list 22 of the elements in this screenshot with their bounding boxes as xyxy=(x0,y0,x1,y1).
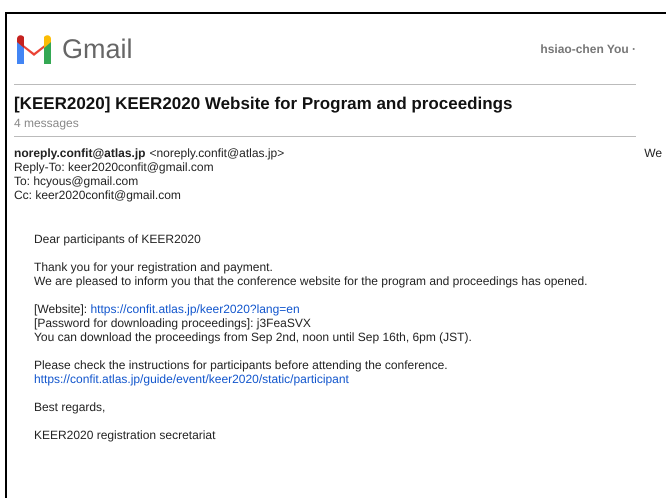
body-text: You can download the proceedings from Sep 2nd, noon until Sep 16th, 6pm (JST). xyxy=(34,330,473,344)
sender-name: noreply.confit@atlas.jp xyxy=(14,146,146,160)
body-text: Thank you for your registration and payment. xyxy=(34,260,274,274)
body-text: We are pleased to inform you that the conference website for the program and proceedings has opened. xyxy=(34,274,588,288)
link[interactable]: https://confit.atlas.jp/guide/event/keer2020/static/participant xyxy=(34,372,349,386)
body-text: KEER2020 registration secretariat xyxy=(34,428,216,442)
message-date: We xyxy=(644,146,662,160)
header-line: Reply-To: keer2020confit@gmail.com xyxy=(14,160,215,174)
body-text: [Website]: https://confit.atlas.jp/keer2020?lang=en xyxy=(34,302,301,316)
brand-name: Gmail xyxy=(62,34,133,64)
link[interactable]: https://confit.atlas.jp/keer2020?lang=en xyxy=(90,302,300,316)
header-line: Cc: keer2020confit@gmail.com xyxy=(14,188,182,202)
message-count: 4 messages xyxy=(14,116,80,130)
thread-subject: [KEER2020] KEER2020 Website for Program and proceedings xyxy=(14,94,514,114)
body-text: Dear participants of KEER2020 xyxy=(34,232,202,246)
header-line: To: hcyous@gmail.com xyxy=(14,174,140,188)
sender-address: <noreply.confit@atlas.jp> xyxy=(150,146,284,160)
account-name: hsiao-chen You · xyxy=(540,42,636,56)
body-text: [Password for downloading proceedings]: j3FeaSVX xyxy=(34,316,312,330)
body-text: Please check the instructions for participants before attending the conference. xyxy=(34,358,449,372)
body-text: Best regards, xyxy=(34,400,106,414)
gmail-logo-icon xyxy=(14,34,54,64)
